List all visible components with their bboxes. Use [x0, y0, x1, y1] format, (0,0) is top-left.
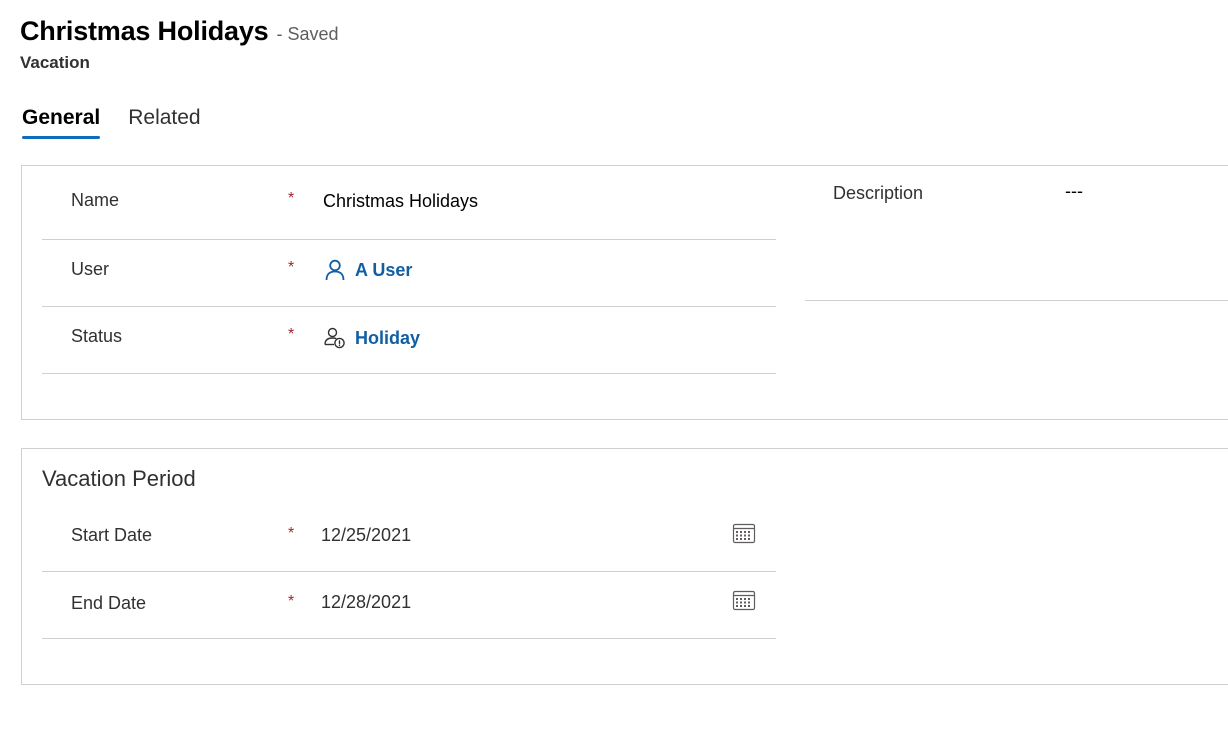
tab-related[interactable]: Related [128, 106, 200, 139]
saved-status: - Saved [276, 24, 339, 44]
description-value[interactable]: --- [1065, 181, 1083, 202]
general-field-list: Name * Christmas Holidays User * A User … [42, 166, 776, 374]
section-title: Vacation Period [42, 466, 196, 491]
start-date-row: Start Date * 12/25/2021 [42, 504, 776, 572]
record-title: Christmas Holidays [20, 16, 269, 46]
status-label: Status [71, 326, 123, 346]
user-label: User [71, 259, 110, 279]
end-date-label: End Date [71, 593, 147, 613]
required-indicator: * [288, 259, 295, 276]
name-field-row: Name * Christmas Holidays [42, 166, 776, 240]
required-indicator: * [288, 593, 295, 610]
title-row: Christmas Holidays - Saved [20, 16, 339, 47]
end-date-value: 12/28/2021 [321, 592, 412, 612]
user-field-row: User * A User [42, 240, 776, 307]
user-lookup[interactable]: A User [323, 258, 412, 282]
general-section: Name * Christmas Holidays User * A User … [21, 165, 1228, 420]
start-date-input[interactable]: 12/25/2021 [321, 525, 411, 546]
required-indicator: * [288, 326, 295, 343]
vacation-period-section: Vacation Period Start Date * 12/25/2021 [21, 448, 1228, 685]
end-date-row: End Date * 12/28/2021 [42, 572, 776, 639]
vacation-field-list: Start Date * 12/25/2021 End Date * 12/28… [42, 504, 776, 639]
required-indicator: * [288, 190, 295, 207]
tab-general[interactable]: General [22, 106, 101, 139]
end-date-input[interactable]: 12/28/2021 [321, 592, 411, 613]
entity-name: Vacation [20, 53, 90, 72]
description-field: Description --- [805, 166, 1228, 301]
person-status-icon [323, 326, 347, 350]
tab-list: General Related [22, 106, 229, 139]
status-field-row: Status * Holiday [42, 307, 776, 374]
person-icon [323, 258, 347, 282]
calendar-icon[interactable] [731, 520, 757, 546]
description-label: Description [833, 183, 924, 203]
name-value: Christmas Holidays [323, 191, 479, 211]
start-date-value: 12/25/2021 [321, 525, 412, 545]
name-input[interactable]: Christmas Holidays [323, 191, 478, 212]
status-lookup[interactable]: Holiday [323, 326, 420, 350]
calendar-icon[interactable] [731, 587, 757, 613]
record-header: Christmas Holidays - Saved Vacation [20, 16, 339, 73]
user-link[interactable]: A User [355, 260, 412, 281]
required-indicator: * [288, 525, 295, 542]
status-link[interactable]: Holiday [355, 328, 420, 349]
start-date-label: Start Date [71, 525, 153, 545]
name-label: Name [71, 190, 120, 210]
